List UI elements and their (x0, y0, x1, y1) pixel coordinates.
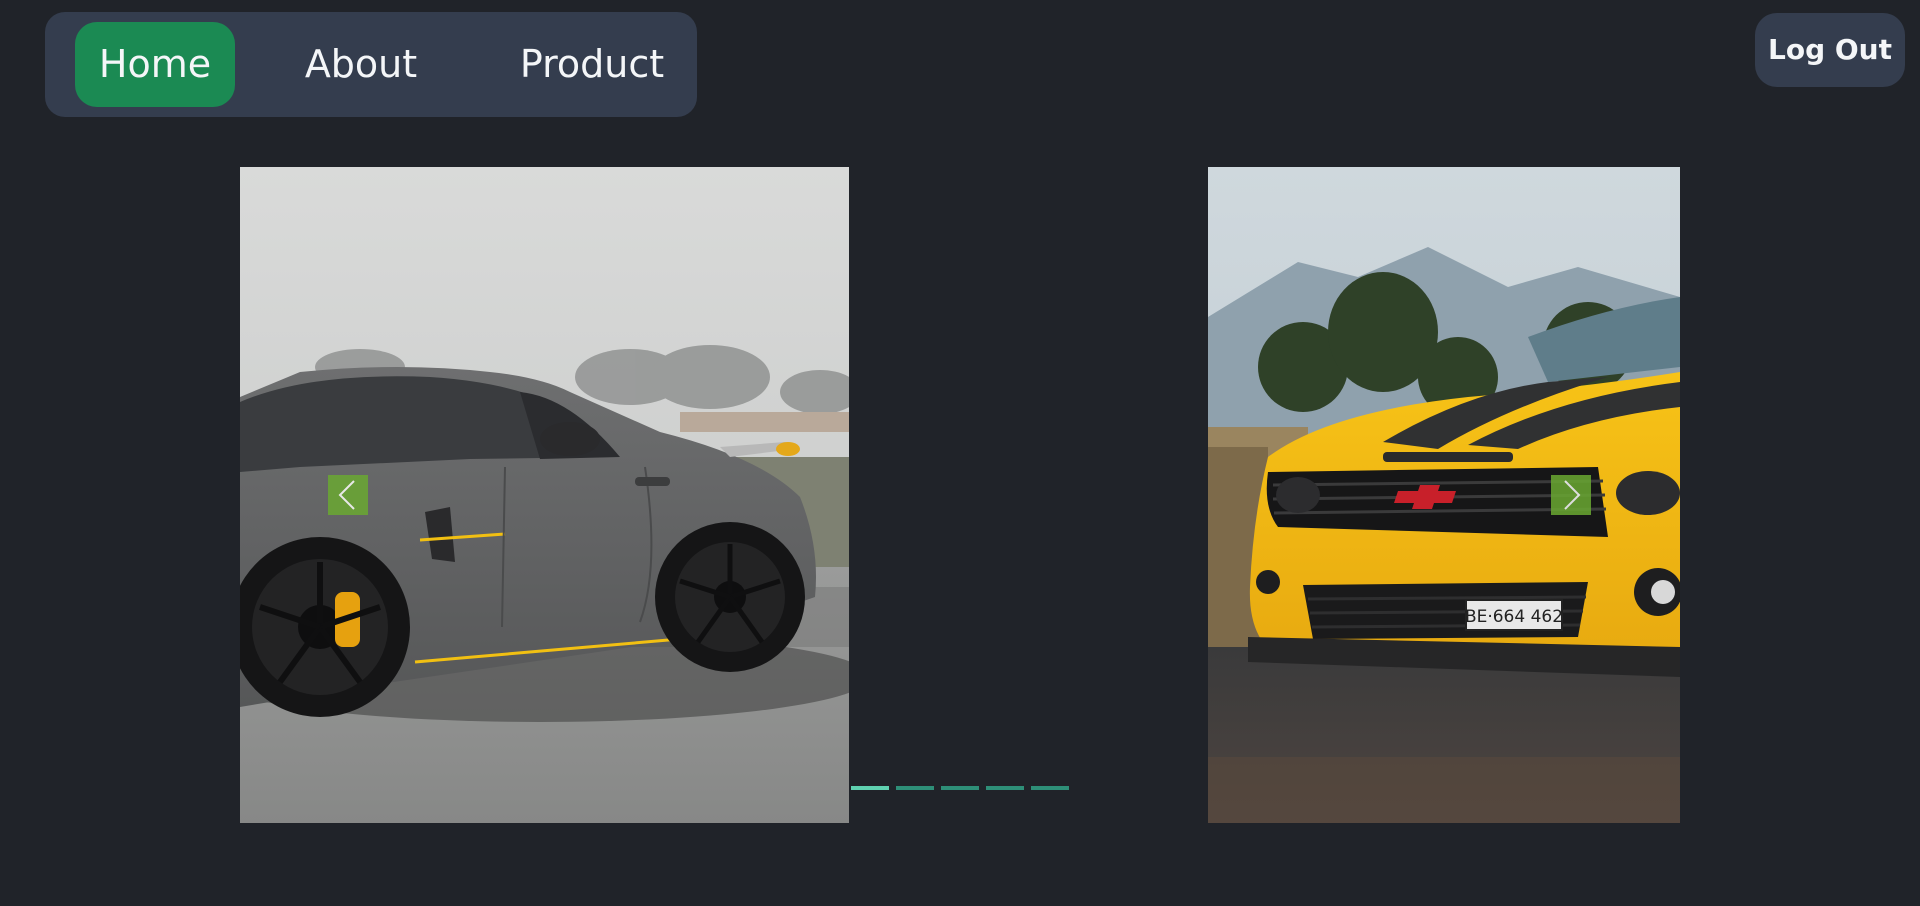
carousel-indicator-2[interactable] (896, 786, 934, 790)
carousel-next-button[interactable] (1551, 475, 1591, 515)
chevron-right-icon (1564, 480, 1581, 510)
license-plate-text: BE·664 462 (1465, 607, 1563, 627)
nav-product-link[interactable]: Product (507, 22, 677, 107)
nav-home-button[interactable]: Home (75, 22, 235, 107)
carousel-indicator-3[interactable] (941, 786, 979, 790)
chevron-left-icon (338, 480, 355, 510)
carousel-indicator-1[interactable] (851, 786, 889, 790)
main-nav: Home About Product (45, 12, 697, 117)
yellow-car-image: BE·664 462 (1208, 167, 1680, 823)
logout-button[interactable]: Log Out (1755, 13, 1905, 87)
nav-about-link[interactable]: About (301, 22, 421, 107)
carousel-slide-yellow-car: BE·664 462 (1208, 167, 1680, 823)
carousel-indicator-4[interactable] (986, 786, 1024, 790)
carousel-prev-button[interactable] (328, 475, 368, 515)
carousel-indicators (851, 786, 1071, 792)
carousel-indicator-5[interactable] (1031, 786, 1069, 790)
